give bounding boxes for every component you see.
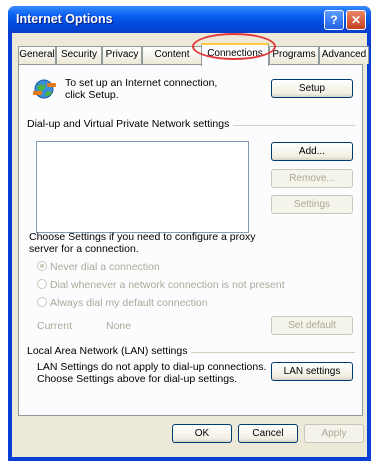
settings-button[interactable]: Settings <box>271 195 353 214</box>
dialup-section-header: Dial-up and Virtual Private Network sett… <box>27 118 355 130</box>
connections-tab-highlight-circle <box>192 33 276 60</box>
tab-general[interactable]: General <box>18 46 56 64</box>
proxy-text-line2: server for a connection. <box>29 243 139 255</box>
tab-advanced[interactable]: Advanced <box>319 46 369 64</box>
add-button[interactable]: Add... <box>271 142 353 161</box>
apply-button[interactable]: Apply <box>304 424 364 443</box>
dialup-heading: Dial-up and Virtual Private Network sett… <box>27 118 234 130</box>
tab-strip: General Security Privacy Content Connect… <box>18 43 369 66</box>
tab-security[interactable]: Security <box>56 46 102 64</box>
connections-panel: To set up an Internet connection, click … <box>18 64 363 416</box>
proxy-text-line1: Choose Settings if you need to configure… <box>29 231 256 243</box>
cancel-button[interactable]: Cancel <box>238 424 298 443</box>
internet-options-window: Internet Options ? ✕ General Security Pr… <box>8 6 371 461</box>
globe-network-icon <box>33 77 57 101</box>
lan-section-header: Local Area Network (LAN) settings <box>27 345 355 357</box>
lan-heading: Local Area Network (LAN) settings <box>27 345 192 357</box>
setup-button[interactable]: Setup <box>271 79 353 98</box>
radio-always-dial[interactable]: Always dial my default connection <box>37 297 208 311</box>
setup-instructions: To set up an Internet connection, click … <box>65 77 218 101</box>
current-label: Current <box>37 320 73 332</box>
help-button[interactable]: ? <box>324 10 344 30</box>
radio-indicator <box>37 297 47 307</box>
title-bar[interactable]: Internet Options ? ✕ <box>8 6 371 33</box>
radio-selected-indicator <box>37 261 47 271</box>
set-default-button[interactable]: Set default <box>271 316 353 335</box>
ok-button[interactable]: OK <box>172 424 232 443</box>
remove-button[interactable]: Remove... <box>271 169 353 188</box>
radio-never-dial-label: Never dial a connection <box>50 261 160 273</box>
tab-privacy[interactable]: Privacy <box>102 46 142 64</box>
radio-always-dial-label: Always dial my default connection <box>50 297 208 309</box>
dialog-body: General Security Privacy Content Connect… <box>12 33 369 457</box>
radio-never-dial[interactable]: Never dial a connection <box>37 261 160 275</box>
lan-settings-button[interactable]: LAN settings <box>271 362 353 381</box>
radio-dial-whenever[interactable]: Dial whenever a network connection is no… <box>37 279 285 293</box>
lan-text-line2: Choose Settings above for dial-up settin… <box>37 373 238 385</box>
close-button[interactable]: ✕ <box>346 10 366 30</box>
radio-dial-whenever-label: Dial whenever a network connection is no… <box>50 279 285 291</box>
tab-programs[interactable]: Programs <box>269 46 319 64</box>
lan-text-line1: LAN Settings do not apply to dial-up con… <box>37 361 267 373</box>
window-title: Internet Options <box>16 12 113 26</box>
radio-indicator <box>37 279 47 289</box>
connections-list[interactable] <box>36 141 249 233</box>
current-value: None <box>106 320 132 332</box>
